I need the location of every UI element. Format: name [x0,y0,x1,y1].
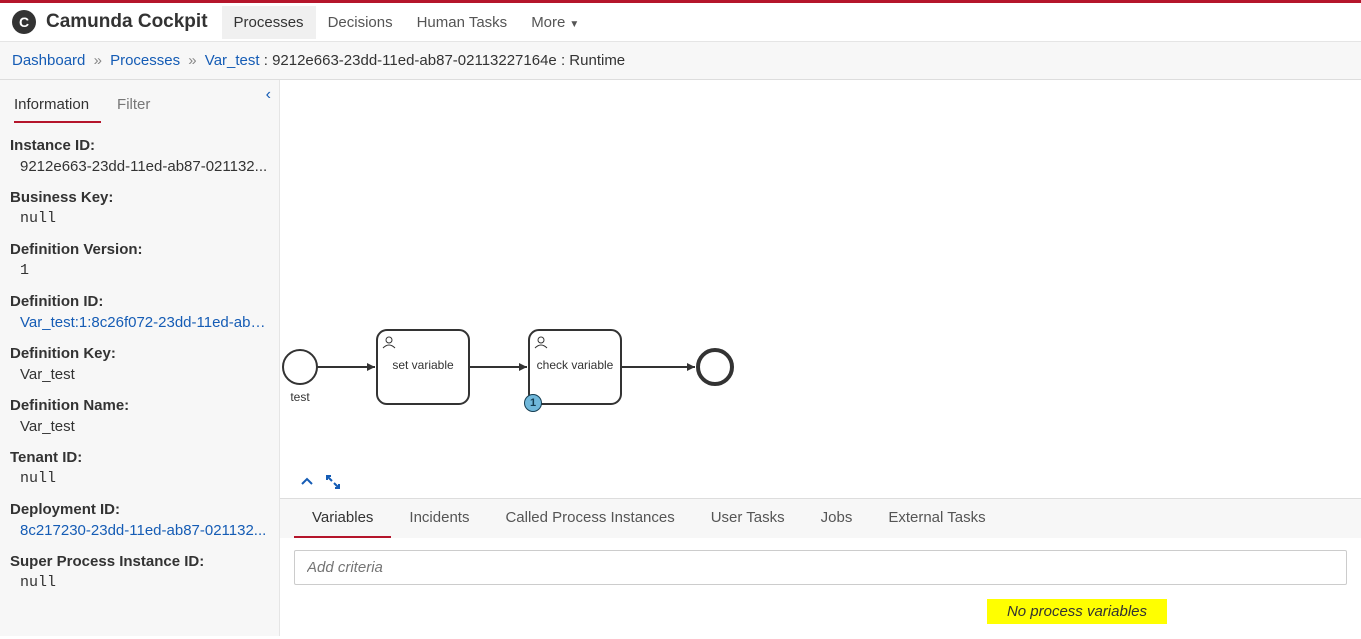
tab-incidents[interactable]: Incidents [391,499,487,538]
end-event[interactable] [698,350,732,384]
prop-value: Var_test [10,418,269,435]
sidebar: ‹ Information Filter Instance ID: 9212e6… [0,80,280,636]
main: test set variable check variable 1 [280,80,1361,636]
bpmn-svg [280,290,780,410]
nav-processes[interactable]: Processes [222,6,316,39]
bottom-panel: Variables Incidents Called Process Insta… [280,498,1361,636]
bottom-tabs: Variables Incidents Called Process Insta… [280,499,1361,538]
prop-label: Business Key: [10,189,269,206]
prop-def-name: Definition Name: Var_test [10,397,269,435]
prop-value-link[interactable]: 8c217230-23dd-11ed-ab87-021132... [10,522,269,539]
breadcrumb-dashboard[interactable]: Dashboard [12,52,85,69]
prop-value: null [10,210,269,227]
prop-label: Definition ID: [10,293,269,310]
bottom-content: No process variables [280,538,1361,636]
start-event-label: test [280,390,320,404]
breadcrumb-processes[interactable]: Processes [110,52,180,69]
sidebar-tabs: Information Filter [0,88,279,123]
collapse-diagram-icon[interactable] [300,475,314,492]
arrowhead-icon [367,363,375,371]
app-title: Camunda Cockpit [46,11,208,33]
camunda-logo-icon[interactable]: C [12,10,36,34]
no-variables-wrap: No process variables [294,585,1347,624]
prop-deployment-id: Deployment ID: 8c217230-23dd-11ed-ab87-0… [10,501,269,539]
tab-user-tasks[interactable]: User Tasks [693,499,803,538]
fullscreen-icon[interactable] [326,475,340,492]
breadcrumb: Dashboard » Processes » Var_test : 9212e… [0,42,1361,80]
start-event[interactable] [283,350,317,384]
tab-external-tasks[interactable]: External Tasks [870,499,1003,538]
breadcrumb-sep: » [188,52,196,69]
nav-decisions[interactable]: Decisions [316,6,405,39]
prop-value-link[interactable]: Var_test:1:8c26f072-23dd-11ed-ab8... [10,314,269,331]
prop-value: null [10,574,269,591]
prop-value: Var_test [10,366,269,383]
prop-value: 9212e663-23dd-11ed-ab87-021132... [10,158,269,175]
prop-label: Super Process Instance ID: [10,553,269,570]
top-bar: C Camunda Cockpit Processes Decisions Hu… [0,0,1361,42]
prop-tenant-id: Tenant ID: null [10,449,269,487]
prop-def-id: Definition ID: Var_test:1:8c26f072-23dd-… [10,293,269,331]
content: ‹ Information Filter Instance ID: 9212e6… [0,80,1361,636]
prop-label: Tenant ID: [10,449,269,466]
criteria-input[interactable] [294,550,1347,585]
prop-label: Definition Key: [10,345,269,362]
collapse-sidebar-icon[interactable]: ‹ [266,86,271,104]
nav-human-tasks[interactable]: Human Tasks [405,6,520,39]
prop-label: Definition Version: [10,241,269,258]
bpmn-diagram: test set variable check variable 1 [280,290,780,413]
prop-business-key: Business Key: null [10,189,269,227]
task2-label: check variable [529,358,621,372]
prop-instance-id: Instance ID: 9212e663-23dd-11ed-ab87-021… [10,137,269,175]
nav-more[interactable]: More ▼ [519,6,591,39]
tab-called-instances[interactable]: Called Process Instances [487,499,692,538]
prop-def-key: Definition Key: Var_test [10,345,269,383]
no-variables-message: No process variables [987,599,1167,624]
diagram-area[interactable]: test set variable check variable 1 [280,80,1361,498]
diagram-controls [300,475,340,492]
breadcrumb-sep: » [94,52,102,69]
prop-value: 1 [10,262,269,279]
token-badge[interactable]: 1 [524,394,542,412]
task1-label: set variable [377,358,469,372]
tab-variables[interactable]: Variables [294,499,391,538]
prop-label: Definition Name: [10,397,269,414]
tab-filter[interactable]: Filter [117,88,162,123]
prop-value: null [10,470,269,487]
breadcrumb-view: Runtime [569,52,625,69]
tab-jobs[interactable]: Jobs [803,499,871,538]
breadcrumb-colon: : [264,52,272,69]
breadcrumb-process-name[interactable]: Var_test [205,52,260,69]
prop-super-process: Super Process Instance ID: null [10,553,269,591]
sidebar-content: Instance ID: 9212e663-23dd-11ed-ab87-021… [0,123,279,619]
tab-information[interactable]: Information [14,88,101,123]
breadcrumb-instance-id: 9212e663-23dd-11ed-ab87-02113227164e [272,52,557,69]
nav-more-label: More [531,14,565,31]
caret-down-icon: ▼ [569,19,579,30]
prop-label: Instance ID: [10,137,269,154]
prop-def-version: Definition Version: 1 [10,241,269,279]
arrowhead-icon [687,363,695,371]
nav-links: Processes Decisions Human Tasks More ▼ [222,6,592,39]
arrowhead-icon [519,363,527,371]
prop-label: Deployment ID: [10,501,269,518]
